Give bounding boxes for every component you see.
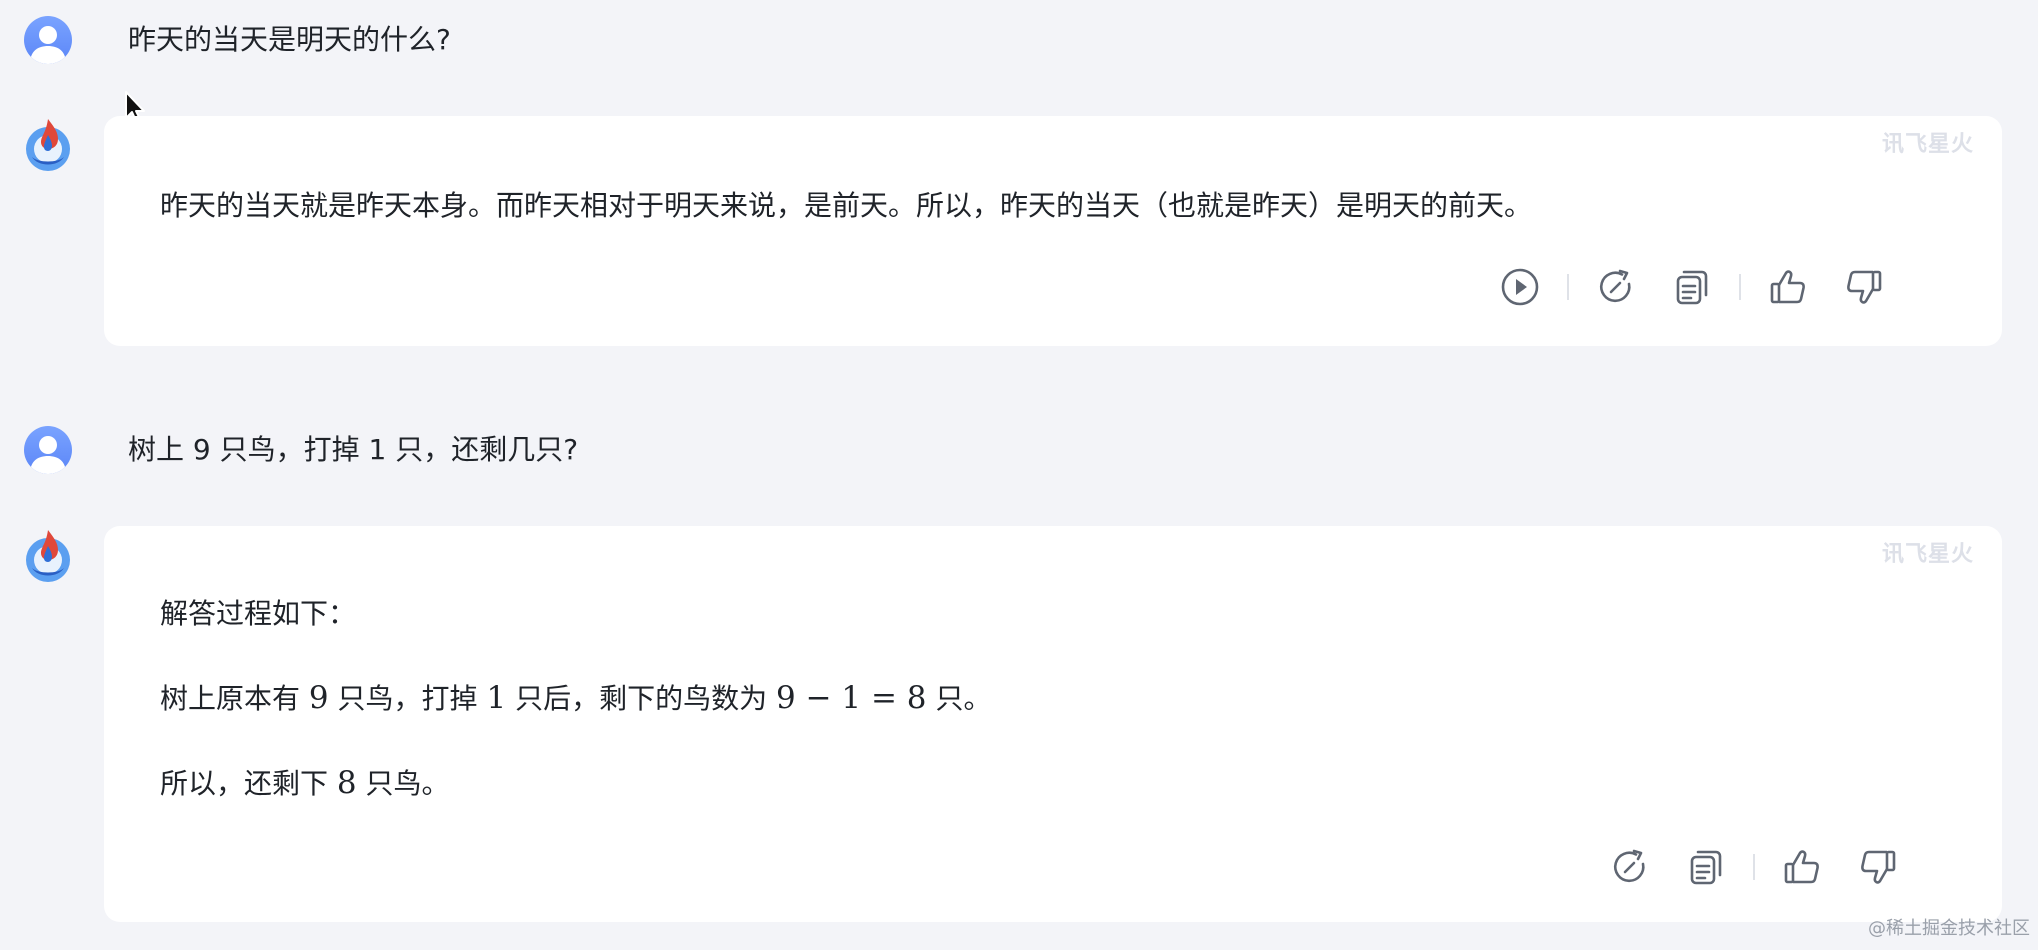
like-button[interactable] xyxy=(1766,265,1810,309)
copy-button[interactable] xyxy=(1670,265,1714,309)
answer-text: 只后，剩下的鸟数为 xyxy=(506,682,776,715)
answer-text: 所以，还剩下 xyxy=(160,767,337,800)
answer-text: 昨天的当天就是昨天本身。而昨天相对于明天来说，是前天。所以，昨天的当天（也就是昨… xyxy=(160,189,1533,222)
play-icon xyxy=(1501,268,1539,306)
math-number: 8 xyxy=(336,765,357,801)
answer-paragraph: 解答过程如下： xyxy=(160,597,357,630)
regenerate-button[interactable] xyxy=(1594,265,1638,309)
answer-text: 只鸟，打掉 xyxy=(328,682,487,715)
user-avatar xyxy=(24,16,72,64)
answer-text: 只鸟。 xyxy=(356,767,450,800)
brand-watermark: 讯飞星火 xyxy=(1881,542,1974,567)
answer-text: 只。 xyxy=(926,682,992,715)
toolbar-divider xyxy=(1567,274,1569,300)
toolbar-divider xyxy=(1739,274,1741,300)
assistant-avatar xyxy=(24,528,72,584)
spark-logo-icon xyxy=(26,530,70,582)
brand-watermark: 讯飞星火 xyxy=(1881,132,1974,157)
play-button[interactable] xyxy=(1498,265,1542,309)
copy-icon xyxy=(1676,270,1708,305)
assistant-avatar xyxy=(24,117,72,173)
answer-text: 树上原本有 xyxy=(160,682,309,715)
message-actions xyxy=(1608,845,1900,889)
regenerate-icon xyxy=(1600,269,1631,303)
footer-credit: @稀土掘金技术社区 xyxy=(1868,918,2030,939)
answer-paragraph: 所以，还剩下 8 只鸟。 xyxy=(160,763,450,804)
answer-paragraph: 树上原本有 9 只鸟，打掉 1 只后，剩下的鸟数为 9 − 1 = 8 只。 xyxy=(160,678,991,719)
spark-logo-icon xyxy=(26,119,70,171)
assistant-message-1: 讯飞星火 昨天的当天就是昨天本身。而昨天相对于明天来说，是前天。所以，昨天的当天… xyxy=(104,116,2002,346)
thumbs-up-icon xyxy=(1770,270,1805,304)
user-message-1: 昨天的当天是明天的什么? xyxy=(24,14,451,66)
copy-icon xyxy=(1690,850,1722,885)
message-actions xyxy=(1498,265,1886,309)
user-question-text: 树上 9 只鸟，打掉 1 只，还剩几只? xyxy=(128,433,579,466)
thumbs-down-icon xyxy=(1847,270,1882,304)
math-formula: 9 − 1 = 8 xyxy=(776,680,927,716)
like-button[interactable] xyxy=(1780,845,1824,889)
regenerate-button[interactable] xyxy=(1608,845,1652,889)
user-silhouette-icon xyxy=(30,26,66,64)
assistant-message-2: 讯飞星火 解答过程如下： 树上原本有 9 只鸟，打掉 1 只后，剩下的鸟数为 9… xyxy=(104,526,2002,922)
user-question-text: 昨天的当天是明天的什么? xyxy=(128,23,451,56)
math-number: 9 xyxy=(308,680,329,716)
user-message-2: 树上 9 只鸟，打掉 1 只，还剩几只? xyxy=(24,424,578,476)
regenerate-icon xyxy=(1614,849,1645,883)
user-silhouette-icon xyxy=(30,436,66,474)
thumbs-up-icon xyxy=(1784,850,1819,884)
dislike-button[interactable] xyxy=(1856,845,1900,889)
thumbs-down-icon xyxy=(1861,850,1896,884)
math-number: 1 xyxy=(486,680,507,716)
user-avatar xyxy=(24,426,72,474)
toolbar-divider xyxy=(1753,854,1755,880)
copy-button[interactable] xyxy=(1684,845,1728,889)
dislike-button[interactable] xyxy=(1842,265,1886,309)
